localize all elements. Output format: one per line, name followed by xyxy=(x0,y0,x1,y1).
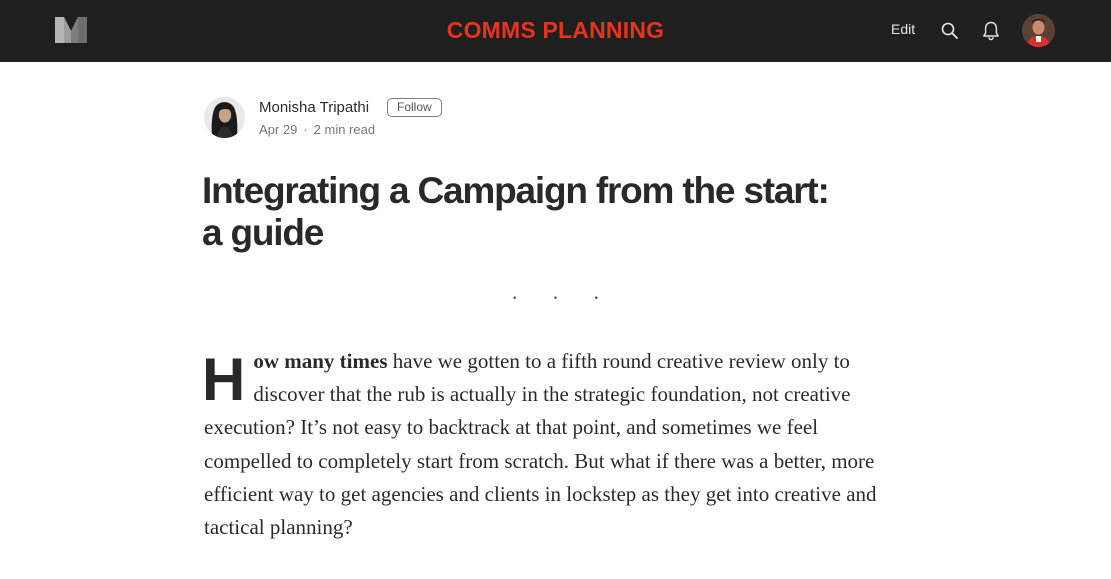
follow-button[interactable]: Follow xyxy=(387,98,442,117)
user-avatar[interactable] xyxy=(1022,14,1055,47)
top-navigation-bar: COMMS PLANNING Edit xyxy=(0,0,1111,62)
edit-link[interactable]: Edit xyxy=(891,21,915,37)
author-avatar[interactable] xyxy=(204,97,245,138)
search-icon[interactable] xyxy=(940,21,960,41)
author-name[interactable]: Monisha Tripathi xyxy=(259,99,369,116)
meta-separator: · xyxy=(303,122,308,137)
drop-cap: H xyxy=(202,346,246,413)
user-avatar-image xyxy=(1022,14,1055,47)
article-title-line-1: Integrating a Campaign from the start: xyxy=(202,170,830,211)
article-title-line-2: a guide xyxy=(202,212,324,253)
article-title: Integrating a Campaign from the start: a… xyxy=(202,170,902,254)
read-time: 2 min read xyxy=(313,122,376,137)
author-avatar-image xyxy=(204,97,245,138)
post-date[interactable]: Apr 29 xyxy=(259,122,297,137)
lead-in-bold: ow many times xyxy=(253,349,388,373)
article-paragraph: How many times have we gotten to a fifth… xyxy=(202,345,910,544)
section-separator: · · · xyxy=(511,285,614,310)
bell-icon[interactable] xyxy=(981,20,1001,42)
post-meta: Apr 29 · 2 min read xyxy=(259,122,375,137)
paragraph-text: have we gotten to a fifth round creative… xyxy=(204,349,877,540)
